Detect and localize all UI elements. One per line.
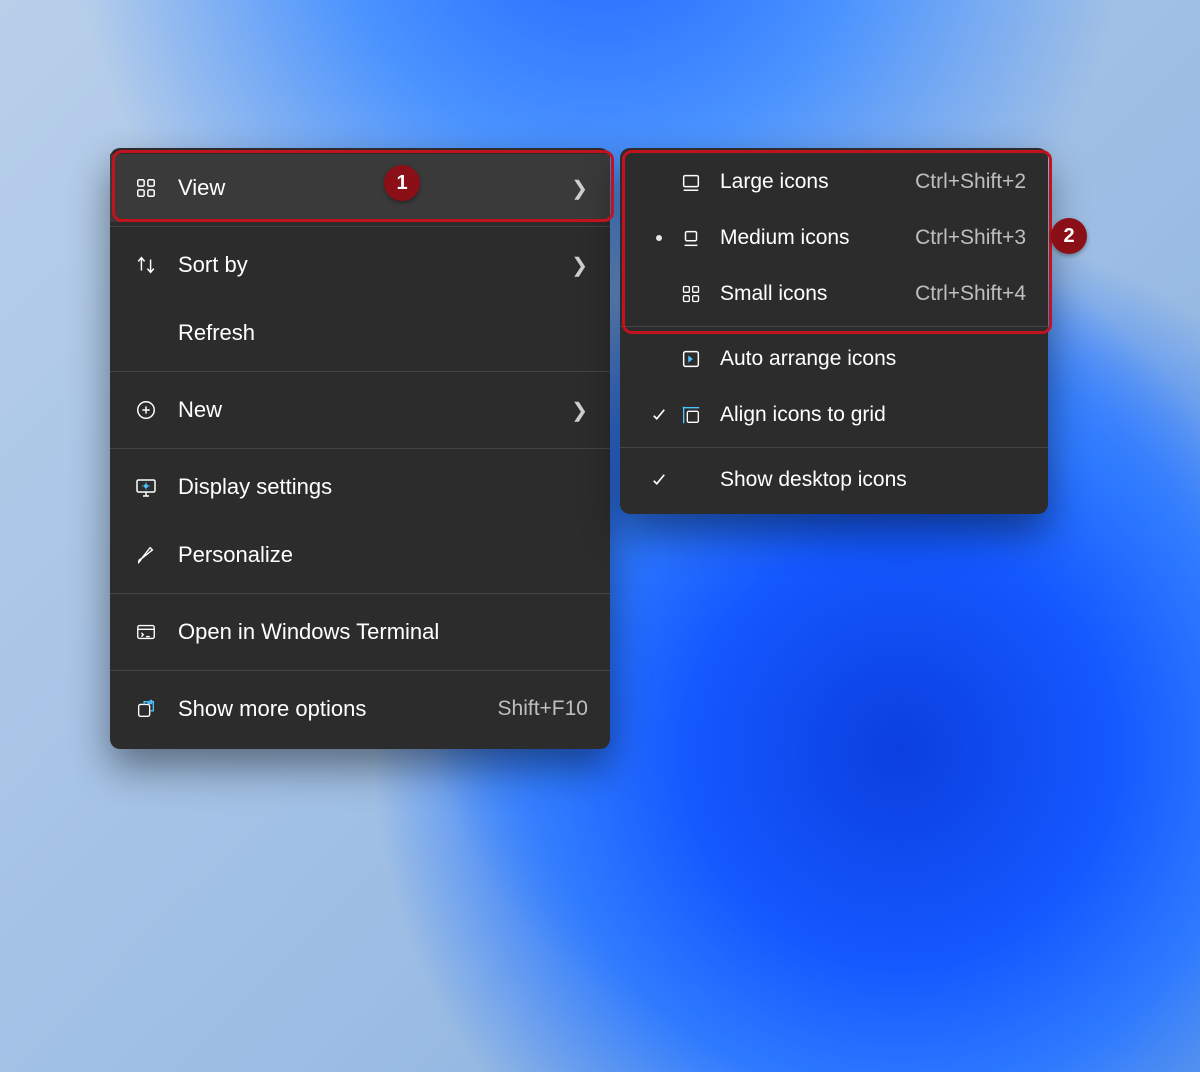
separator <box>110 670 610 671</box>
grid-icon <box>132 174 160 202</box>
submenu-item-auto-arrange[interactable]: Auto arrange icons <box>620 331 1048 387</box>
menu-item-sort-by[interactable]: Sort by ❯ <box>110 231 610 299</box>
blank-icon <box>132 319 160 347</box>
checkmark-icon <box>642 471 676 489</box>
view-submenu: Large icons Ctrl+Shift+2 Medium icons Ct… <box>620 148 1048 514</box>
auto-arrange-icon <box>676 345 706 373</box>
menu-item-label: View <box>178 175 561 201</box>
menu-item-label: Auto arrange icons <box>720 347 1026 371</box>
medium-icons-icon <box>676 224 706 252</box>
menu-item-view[interactable]: View ❯ <box>110 154 610 222</box>
desktop-context-menu: View ❯ Sort by ❯ Refresh <box>110 148 610 749</box>
align-grid-icon <box>676 401 706 429</box>
menu-item-refresh[interactable]: Refresh <box>110 299 610 367</box>
separator <box>110 226 610 227</box>
submenu-item-align-grid[interactable]: Align icons to grid <box>620 387 1048 443</box>
submenu-item-medium-icons[interactable]: Medium icons Ctrl+Shift+3 <box>620 210 1048 266</box>
chevron-right-icon: ❯ <box>571 398 588 423</box>
submenu-item-small-icons[interactable]: Small icons Ctrl+Shift+4 <box>620 266 1048 322</box>
plus-circle-icon <box>132 396 160 424</box>
menu-item-label: Show desktop icons <box>720 468 1026 492</box>
blank-icon <box>676 466 706 494</box>
menu-item-label: Display settings <box>178 474 588 500</box>
separator <box>110 448 610 449</box>
menu-item-open-terminal[interactable]: Open in Windows Terminal <box>110 598 610 666</box>
separator <box>620 447 1048 448</box>
display-settings-icon <box>132 473 160 501</box>
menu-item-label: Large icons <box>720 170 915 194</box>
menu-item-show-more-options[interactable]: Show more options Shift+F10 <box>110 675 610 743</box>
submenu-item-show-desktop-icons[interactable]: Show desktop icons <box>620 452 1048 508</box>
menu-item-label: Open in Windows Terminal <box>178 619 588 645</box>
menu-item-shortcut: Ctrl+Shift+3 <box>915 226 1026 250</box>
menu-item-shortcut: Ctrl+Shift+2 <box>915 170 1026 194</box>
windows11-desktop[interactable]: View ❯ Sort by ❯ Refresh <box>0 0 1200 1072</box>
menu-item-label: New <box>178 397 561 423</box>
menu-item-label: Sort by <box>178 252 561 278</box>
large-icons-icon <box>676 168 706 196</box>
menu-item-label: Align icons to grid <box>720 403 1026 427</box>
menu-item-display-settings[interactable]: Display settings <box>110 453 610 521</box>
small-icons-icon <box>676 280 706 308</box>
menu-item-shortcut: Shift+F10 <box>498 697 588 721</box>
show-more-icon <box>132 695 160 723</box>
menu-item-personalize[interactable]: Personalize <box>110 521 610 589</box>
menu-item-label: Medium icons <box>720 226 915 250</box>
menu-item-shortcut: Ctrl+Shift+4 <box>915 282 1026 306</box>
separator <box>110 593 610 594</box>
chevron-right-icon: ❯ <box>571 253 588 278</box>
paintbrush-icon <box>132 541 160 569</box>
chevron-right-icon: ❯ <box>571 176 588 201</box>
radio-selected-icon <box>642 235 676 241</box>
annotation-badge-1: 1 <box>384 165 420 201</box>
separator <box>620 326 1048 327</box>
menu-item-label: Personalize <box>178 542 588 568</box>
terminal-icon <box>132 618 160 646</box>
menu-item-label: Small icons <box>720 282 915 306</box>
checkmark-icon <box>642 406 676 424</box>
annotation-badge-2: 2 <box>1051 218 1087 254</box>
separator <box>110 371 610 372</box>
menu-item-label: Show more options <box>178 696 498 722</box>
sort-icon <box>132 251 160 279</box>
menu-item-new[interactable]: New ❯ <box>110 376 610 444</box>
menu-item-label: Refresh <box>178 320 588 346</box>
submenu-item-large-icons[interactable]: Large icons Ctrl+Shift+2 <box>620 154 1048 210</box>
